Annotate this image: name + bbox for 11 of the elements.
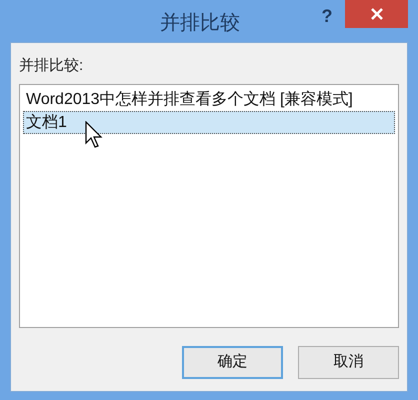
cancel-button[interactable]: 取消 xyxy=(298,346,399,378)
arrow-cursor-icon xyxy=(85,121,105,149)
close-button[interactable] xyxy=(345,0,408,28)
window-title: 并排比较 xyxy=(160,11,240,36)
list-item[interactable]: Word2013中怎样并排查看多个文档 [兼容模式] xyxy=(23,88,395,110)
close-icon xyxy=(370,8,382,20)
list-label: 并排比较: xyxy=(19,56,84,76)
list-item[interactable]: 文档1 xyxy=(23,110,395,134)
help-button[interactable]: ? xyxy=(312,3,342,29)
ok-button[interactable]: 确定 xyxy=(182,346,283,378)
document-list[interactable]: Word2013中怎样并排查看多个文档 [兼容模式] 文档1 xyxy=(19,84,399,328)
